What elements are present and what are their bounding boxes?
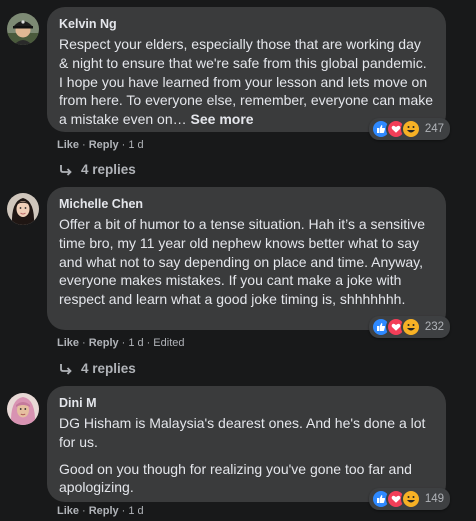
reply-arrow-icon [60,363,72,375]
replies-count-label: 4 replies [81,162,136,177]
comment-author[interactable]: Dini M [59,395,434,411]
avatar-image [7,13,39,45]
edited-label: Edited [153,337,185,349]
avatar-image [7,393,39,425]
like-button[interactable]: Like [57,337,79,349]
reply-button[interactable]: Reply [89,337,119,349]
reaction-count: 149 [424,493,444,505]
comment-actions: Like · Reply · 1 d [57,504,144,518]
avatar-image [7,193,39,225]
comment-author[interactable]: Michelle Chen [59,196,434,212]
comment-timestamp[interactable]: 1 d [128,139,143,151]
comment-actions: Like · Reply · 1 d [57,138,144,152]
comment-bubble: Michelle Chen Offer a bit of humor to a … [47,187,450,338]
reply-button[interactable]: Reply [89,505,119,517]
view-replies-button[interactable]: 4 replies [59,162,136,177]
haha-icon [400,317,421,337]
comment-bubble: Dini M DG Hisham is Malaysia's dearest o… [47,386,450,510]
avatar[interactable] [7,393,39,425]
comment-text: Respect your elders, especially those th… [59,35,434,129]
reply-arrow-icon [60,164,72,176]
reaction-summary[interactable]: 149 [368,488,450,510]
comment-text: DG Hisham is Malaysia's dearest ones. An… [59,415,426,450]
like-button[interactable]: Like [57,139,79,151]
haha-icon [400,119,421,139]
reply-button[interactable]: Reply [89,139,119,151]
haha-icon [400,489,421,509]
see-more-link[interactable]: See more [191,111,254,127]
view-replies-button[interactable]: 4 replies [59,361,136,376]
separator: · [121,139,126,151]
reaction-summary[interactable]: 232 [368,316,450,338]
comment-feed: Kelvin Ng Respect your elders, especiall… [0,0,476,521]
avatar[interactable] [7,13,39,45]
comment-bubble: Kelvin Ng Respect your elders, especiall… [47,7,450,140]
separator: · [121,505,126,517]
separator: · [82,337,86,349]
comment-timestamp[interactable]: 1 d [128,337,143,349]
separator: · [82,505,86,517]
separator: · [146,337,151,349]
separator: · [82,139,86,151]
replies-count-label: 4 replies [81,361,136,376]
like-button[interactable]: Like [57,505,79,517]
reaction-summary[interactable]: 247 [368,118,450,140]
comment-actions: Like · Reply · 1 d · Edited [57,336,185,350]
comment-timestamp[interactable]: 1 d [128,505,143,517]
comment-text: Offer a bit of humor to a tense situatio… [59,216,426,308]
comment-author[interactable]: Kelvin Ng [59,16,434,32]
reaction-count: 247 [424,123,444,135]
separator: · [121,337,126,349]
avatar[interactable] [7,193,39,225]
reaction-count: 232 [424,321,444,333]
